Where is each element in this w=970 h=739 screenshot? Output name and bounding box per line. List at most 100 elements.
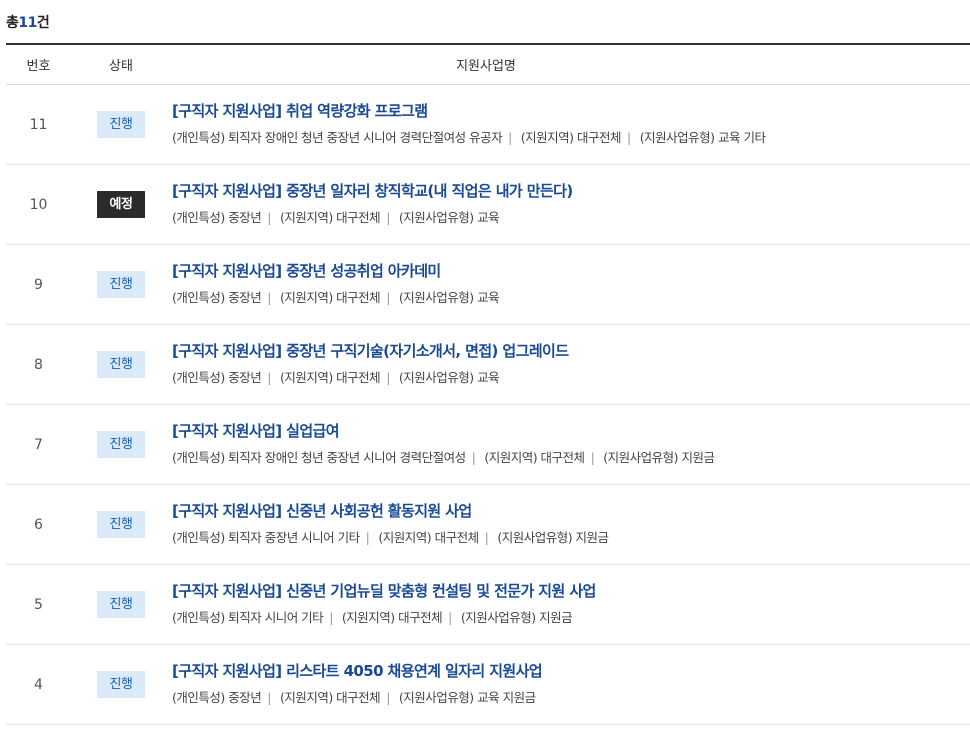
row-content: [구직자 지원사업] 리스타트 4050 채용연계 일자리 지원사업 (개인특성)… xyxy=(171,662,970,706)
program-meta: (개인특성) 퇴직자 장애인 청년 중장년 시니어 경력단절여성 | (지원지역) … xyxy=(172,447,970,466)
program-meta: (개인특성) 중장년 | (지원지역) 대구전체 | (지원사업유형) 교육 xyxy=(172,367,970,386)
total-count: 총11건 xyxy=(6,12,50,32)
table-body: 11 진행 [구직자 지원사업] 취업 역량강화 프로그램 (개인특성) 퇴직자 장애… xyxy=(6,85,970,725)
meta-item: (지원사업유형) 지원금 xyxy=(497,529,609,545)
meta-divider: | xyxy=(386,369,390,385)
program-meta: (개인특성) 중장년 | (지원지역) 대구전체 | (지원사업유형) 교육 지원금 xyxy=(172,687,970,706)
meta-item: (지원사업유형) 교육 xyxy=(398,209,500,225)
row-number: 10 xyxy=(29,196,48,213)
meta-item: (지원지역) 대구전체 xyxy=(520,129,622,145)
row-number: 4 xyxy=(34,676,43,693)
meta-item: (지원지역) 대구전체 xyxy=(279,289,381,305)
meta-item: (지원사업유형) 교육 지원금 xyxy=(398,689,536,705)
meta-item: (개인특성) 퇴직자 시니어 기타 xyxy=(172,609,324,625)
row-status-cell: 진행 xyxy=(71,511,171,538)
table-row: 6 진행 [구직자 지원사업] 신중년 사회공헌 활동지원 사업 (개인특성) 퇴직자… xyxy=(6,485,970,565)
program-title-link[interactable]: [구직자 지원사업] 신중년 기업뉴딜 맞춤형 컨설팅 및 전문가 지원 사업 xyxy=(172,580,970,601)
program-title-link[interactable]: [구직자 지원사업] 신중년 사회공헌 활동지원 사업 xyxy=(172,500,970,521)
meta-item: (지원사업유형) 지원금 xyxy=(460,609,573,625)
meta-item: (개인특성) 퇴직자 장애인 청년 중장년 시니어 경력단절여성 유공자 xyxy=(172,129,503,145)
header-title: 지원사업명 xyxy=(456,59,516,74)
status-badge: 진행 xyxy=(97,671,145,698)
meta-item: (지원지역) 대구전체 xyxy=(341,609,443,625)
meta-divider: | xyxy=(590,449,595,465)
row-status-cell: 진행 xyxy=(71,591,171,618)
program-meta: (개인특성) 퇴직자 장애인 청년 중장년 시니어 경력단절여성 유공자 | (지원… xyxy=(172,127,970,146)
row-status-cell: 진행 xyxy=(71,351,171,378)
meta-item: (지원사업유형) 교육 xyxy=(398,289,500,305)
row-content: [구직자 지원사업] 신중년 사회공헌 활동지원 사업 (개인특성) 퇴직자 중장… xyxy=(171,502,970,546)
status-badge: 예정 xyxy=(97,191,145,218)
program-title-link[interactable]: [구직자 지원사업] 중장년 구직기술(자기소개서, 면접) 업그레이드 xyxy=(172,340,970,361)
status-badge: 진행 xyxy=(97,511,145,538)
row-status-cell: 예정 xyxy=(71,191,171,218)
total-suffix: 건 xyxy=(36,15,50,31)
meta-item: (지원사업유형) 지원금 xyxy=(603,449,715,465)
row-number: 5 xyxy=(34,596,43,613)
row-content: [구직자 지원사업] 신중년 기업뉴딜 맞춤형 컨설팅 및 전문가 지원 사업 (… xyxy=(171,582,970,626)
row-number: 11 xyxy=(29,116,48,133)
total-number: 11 xyxy=(18,15,37,31)
program-title-link[interactable]: [구직자 지원사업] 중장년 성공취업 아카데미 xyxy=(172,260,970,281)
meta-item: (지원사업유형) 교육 xyxy=(398,369,500,385)
status-badge: 진행 xyxy=(97,271,145,298)
meta-item: (개인특성) 중장년 xyxy=(172,209,262,225)
table-row: 10 예정 [구직자 지원사업] 중장년 일자리 창직학교(내 직업은 내가 만든다… xyxy=(6,165,970,245)
meta-item: (지원지역) 대구전체 xyxy=(279,689,381,705)
table-row: 4 진행 [구직자 지원사업] 리스타트 4050 채용연계 일자리 지원사업 (개인… xyxy=(6,645,970,725)
meta-divider: | xyxy=(386,689,390,705)
program-table: 번호 상태 지원사업명 11 진행 [구직자 지원사업] 취업 역량강화 프로그램 (… xyxy=(6,43,970,725)
meta-divider: | xyxy=(448,609,452,625)
row-content: [구직자 지원사업] 중장년 구직기술(자기소개서, 면접) 업그레이드 (개인특… xyxy=(171,342,970,386)
meta-divider: | xyxy=(329,609,333,625)
program-meta: (개인특성) 중장년 | (지원지역) 대구전체 | (지원사업유형) 교육 xyxy=(172,207,970,226)
meta-item: (지원지역) 대구전체 xyxy=(279,209,381,225)
row-content: [구직자 지원사업] 중장년 일자리 창직학교(내 직업은 내가 만든다) (개인… xyxy=(171,182,970,226)
program-title-link[interactable]: [구직자 지원사업] 취업 역량강화 프로그램 xyxy=(172,100,970,121)
status-badge: 진행 xyxy=(97,351,145,378)
meta-divider: | xyxy=(267,689,271,705)
meta-divider: | xyxy=(386,289,390,305)
meta-item: (지원지역) 대구전체 xyxy=(279,369,381,385)
row-number: 9 xyxy=(34,276,43,293)
table-header: 번호 상태 지원사업명 xyxy=(6,45,970,85)
row-status-cell: 진행 xyxy=(71,671,171,698)
row-status-cell: 진행 xyxy=(71,111,171,138)
meta-divider: | xyxy=(627,129,631,145)
meta-divider: | xyxy=(365,529,370,545)
table-row: 5 진행 [구직자 지원사업] 신중년 기업뉴딜 맞춤형 컨설팅 및 전문가 지원 … xyxy=(6,565,970,645)
program-title-link[interactable]: [구직자 지원사업] 리스타트 4050 채용연계 일자리 지원사업 xyxy=(172,660,970,681)
program-meta: (개인특성) 퇴직자 중장년 시니어 기타 | (지원지역) 대구전체 | (지원사업유… xyxy=(172,527,970,546)
program-title-link[interactable]: [구직자 지원사업] 실업급여 xyxy=(172,420,970,441)
total-prefix: 총 xyxy=(6,15,19,31)
program-meta: (개인특성) 퇴직자 시니어 기타 | (지원지역) 대구전체 | (지원사업유형) 지… xyxy=(172,607,970,626)
table-row: 8 진행 [구직자 지원사업] 중장년 구직기술(자기소개서, 면접) 업그레이드 (… xyxy=(6,325,970,405)
row-content: [구직자 지원사업] 중장년 성공취업 아카데미 (개인특성) 중장년 | (지원지역… xyxy=(171,262,970,306)
program-meta: (개인특성) 중장년 | (지원지역) 대구전체 | (지원사업유형) 교육 xyxy=(172,287,970,306)
meta-divider: | xyxy=(471,449,476,465)
header-number: 번호 xyxy=(26,59,51,74)
table-row: 7 진행 [구직자 지원사업] 실업급여 (개인특성) 퇴직자 장애인 청년 중장년 … xyxy=(6,405,970,485)
meta-item: (개인특성) 중장년 xyxy=(172,689,262,705)
meta-divider: | xyxy=(386,209,390,225)
meta-item: (개인특성) 중장년 xyxy=(172,369,262,385)
program-title-link[interactable]: [구직자 지원사업] 중장년 일자리 창직학교(내 직업은 내가 만든다) xyxy=(172,180,970,201)
meta-item: (개인특성) 퇴직자 장애인 청년 중장년 시니어 경력단절여성 xyxy=(172,449,466,465)
row-number: 6 xyxy=(34,516,43,533)
meta-divider: | xyxy=(267,209,271,225)
header-status: 상태 xyxy=(109,59,133,74)
row-number: 8 xyxy=(34,356,43,373)
meta-item: (지원사업유형) 교육 기타 xyxy=(639,129,766,145)
meta-item: (개인특성) 중장년 xyxy=(172,289,262,305)
status-badge: 진행 xyxy=(97,431,145,458)
row-content: [구직자 지원사업] 실업급여 (개인특성) 퇴직자 장애인 청년 중장년 시니어… xyxy=(171,422,970,466)
row-status-cell: 진행 xyxy=(71,271,171,298)
meta-item: (지원지역) 대구전체 xyxy=(484,449,585,465)
meta-divider: | xyxy=(508,129,512,145)
table-row: 9 진행 [구직자 지원사업] 중장년 성공취업 아카데미 (개인특성) 중장년 | (지… xyxy=(6,245,970,325)
meta-item: (개인특성) 퇴직자 중장년 시니어 기타 xyxy=(172,529,360,545)
row-content: [구직자 지원사업] 취업 역량강화 프로그램 (개인특성) 퇴직자 장애인 청년… xyxy=(171,102,970,146)
meta-divider: | xyxy=(267,369,271,385)
table-row: 11 진행 [구직자 지원사업] 취업 역량강화 프로그램 (개인특성) 퇴직자 장애… xyxy=(6,85,970,165)
row-number: 7 xyxy=(34,436,43,453)
